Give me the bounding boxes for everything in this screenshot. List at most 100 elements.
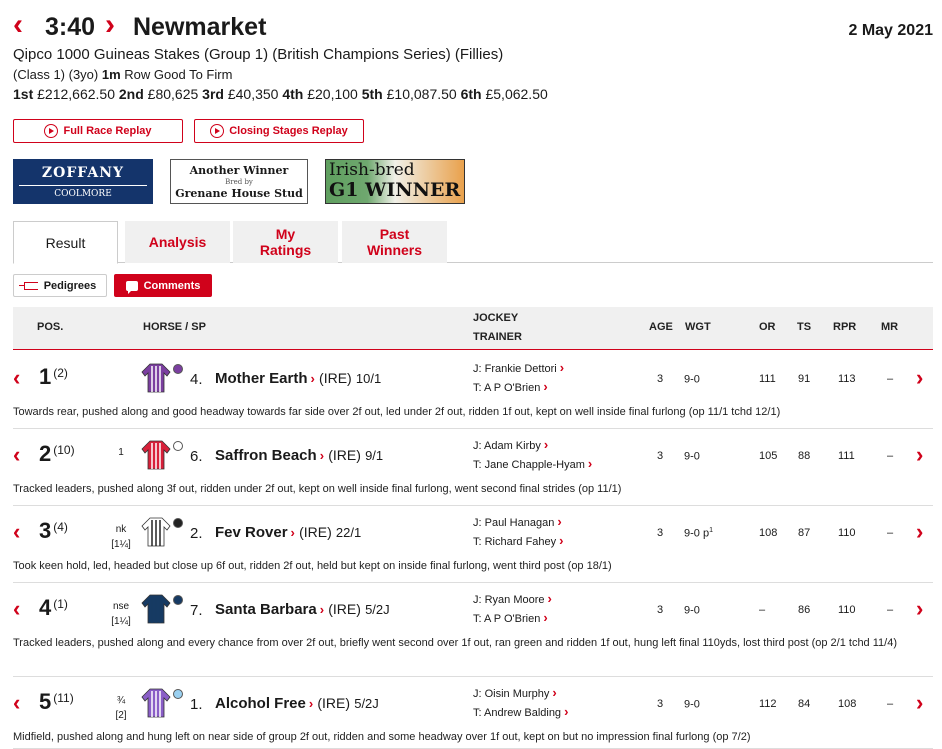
chevron-right-icon[interactable]: › <box>916 690 923 716</box>
trainer-link[interactable]: T: Richard Fahey › <box>473 533 564 548</box>
chevron-right-icon[interactable]: › <box>916 442 923 468</box>
saddle-cloth-number: 2. <box>190 525 203 542</box>
official-rating: – <box>759 604 766 616</box>
horse-name-link[interactable]: Mother Earth › (IRE) 10/1 <box>215 370 381 387</box>
chevron-right-icon: › <box>543 610 548 625</box>
horse-name-link[interactable]: Alcohol Free › (IRE) 5/2J <box>215 695 379 712</box>
prize-place: 6th <box>460 86 482 102</box>
rpr-rating: 108 <box>838 698 857 710</box>
trainer-link[interactable]: T: Jane Chapple-Hyam › <box>473 456 592 471</box>
chevron-left-icon[interactable]: ‹ <box>13 596 20 622</box>
trainer-name: T: Andrew Balding <box>473 707 562 719</box>
irish-ad-line1: Irish-bred <box>329 160 415 180</box>
comments-label: Comments <box>143 279 201 292</box>
chevron-right-icon: › <box>543 379 548 394</box>
horse-name-link[interactable]: Fev Rover › (IRE) 22/1 <box>215 524 361 541</box>
tab-my-ratings[interactable]: My Ratings <box>233 221 338 263</box>
horse-age: 3 <box>657 527 664 539</box>
irish-bred-ad-banner[interactable]: Irish-bred G1 WINNER <box>325 159 465 204</box>
chevron-right-icon[interactable]: › <box>916 365 923 391</box>
tab-past-winners[interactable]: Past Winners <box>342 221 447 263</box>
distance-beaten-value: 1 <box>118 447 124 458</box>
prize-amount: £40,350 <box>227 86 279 102</box>
full-race-replay-button[interactable]: Full Race Replay <box>13 119 183 143</box>
jockey-name: J: Paul Hanagan <box>473 517 555 529</box>
col-mr: MR <box>881 321 899 333</box>
draw-number: (2) <box>53 366 68 380</box>
position-number: 3 <box>39 518 52 543</box>
prize-place: 3rd <box>202 86 224 102</box>
topspeed-rating: 84 <box>798 698 811 710</box>
table-row[interactable]: ‹ 1 (2) 4. Mother Earth › (IRE) 10/1 J: Fr… <box>13 352 933 429</box>
weight-value: 9-0 p <box>684 527 710 540</box>
col-wgt: WGT <box>685 321 711 333</box>
grenane-ad-banner[interactable]: Another Winner Bred by Grenane House Stu… <box>170 159 308 204</box>
prize-place: 1st <box>13 86 34 102</box>
chevron-left-icon[interactable]: ‹ <box>13 442 20 468</box>
jockey-silks-icon <box>141 594 171 624</box>
zoffany-ad-banner[interactable]: ZOFFANY COOLMORE <box>13 159 153 204</box>
zoffany-ad-title: ZOFFANY <box>41 165 125 181</box>
jockey-name: J: Oisin Murphy <box>473 688 550 700</box>
distance-beaten-value: nse <box>112 601 130 612</box>
chevron-left-icon[interactable]: ‹ <box>13 365 20 391</box>
jockey-link[interactable]: J: Adam Kirby › <box>473 437 548 452</box>
race-comment: Tracked leaders, pushed along 3f out, ri… <box>13 483 622 495</box>
distance-beaten <box>105 368 137 383</box>
position-number: 2 <box>39 441 52 466</box>
col-or: OR <box>759 321 776 333</box>
chevron-right-icon: › <box>543 437 549 452</box>
chevron-right-icon: › <box>552 685 557 700</box>
distance-cumulative: [2] <box>115 710 127 721</box>
table-row[interactable]: ‹ 5 (11) ¾ [2] 1. Alcohol Free › (IRE) 5/2J… <box>13 677 933 749</box>
weight-value: 9-0 <box>684 698 700 711</box>
position-number: 4 <box>39 595 52 620</box>
topspeed-rating: 87 <box>798 527 811 539</box>
jockey-link[interactable]: J: Paul Hanagan › <box>473 514 562 529</box>
trainer-name: T: A P O'Brien <box>473 613 541 625</box>
table-row[interactable]: ‹ 3 (4) nk [1¼] 2. Fev Rover › (IRE) 22/1 J… <box>13 506 933 583</box>
horse-name: Santa Barbara <box>215 601 317 618</box>
col-ts: TS <box>797 321 812 333</box>
tab-analysis[interactable]: Analysis <box>125 221 230 263</box>
official-rating: 111 <box>759 373 776 385</box>
jockey-link[interactable]: J: Ryan Moore › <box>473 591 552 606</box>
distance-beaten-value: nk <box>115 524 127 535</box>
chevron-right-icon[interactable]: › <box>916 596 923 622</box>
pedigrees-button[interactable]: Pedigrees <box>13 274 107 297</box>
tab-result[interactable]: Result <box>13 221 118 264</box>
irish-ad-line2: G1 WINNER <box>329 179 461 201</box>
race-distance: 1m <box>101 67 121 82</box>
saddle-cloth-number: 6. <box>190 448 203 465</box>
table-row[interactable]: ‹ 2 (10) 1 6. Saffron Beach › (IRE) 9/1 J:… <box>13 429 933 506</box>
closing-stages-replay-button[interactable]: Closing Stages Replay <box>194 119 364 143</box>
chevron-left-icon[interactable]: ‹ <box>13 10 23 40</box>
horse-age: 3 <box>657 698 664 710</box>
trainer-link[interactable]: T: A P O'Brien › <box>473 610 548 625</box>
chevron-left-icon[interactable]: ‹ <box>13 519 20 545</box>
jockey-link[interactable]: J: Oisin Murphy › <box>473 685 557 700</box>
horse-name-link[interactable]: Santa Barbara › (IRE) 5/2J <box>215 601 390 618</box>
jockey-silks-icon <box>141 440 171 470</box>
trainer-link[interactable]: T: A P O'Brien › <box>473 379 548 394</box>
race-title: Qipco 1000 Guineas Stakes (Group 1) (Bri… <box>13 46 504 63</box>
chevron-left-icon[interactable]: ‹ <box>13 690 20 716</box>
chevron-right-icon[interactable]: › <box>105 10 115 40</box>
horse-origin: (IRE) <box>319 370 352 386</box>
horse-name-link[interactable]: Saffron Beach › (IRE) 9/1 <box>215 447 383 464</box>
horse-name: Saffron Beach <box>215 447 317 464</box>
topspeed-rating: 88 <box>798 450 811 462</box>
chevron-right-icon[interactable]: › <box>916 519 923 545</box>
col-trainer: TRAINER <box>473 331 522 343</box>
my-rating: – <box>887 373 894 385</box>
jockey-link[interactable]: J: Frankie Dettori › <box>473 360 564 375</box>
col-age: AGE <box>649 321 673 333</box>
chevron-right-icon: › <box>559 533 564 548</box>
trainer-link[interactable]: T: Andrew Balding › <box>473 704 568 719</box>
rpr-rating: 113 <box>838 373 856 385</box>
chevron-right-icon: › <box>557 514 562 529</box>
comments-button[interactable]: Comments <box>114 274 212 297</box>
race-class-age: (Class 1) (3yo) <box>13 67 99 82</box>
table-row[interactable]: ‹ 4 (1) nse [1¼] 7. Santa Barbara › (IRE) 5… <box>13 583 933 677</box>
my-rating: – <box>887 450 894 462</box>
